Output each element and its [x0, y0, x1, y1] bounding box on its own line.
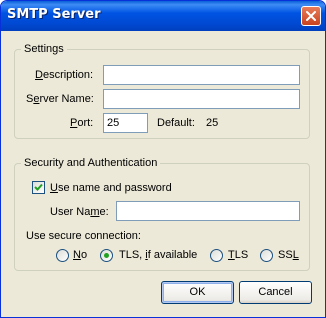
- radio-ssl-label[interactable]: SSL: [278, 248, 299, 262]
- window-title: SMTP Server: [7, 7, 101, 22]
- title-bar[interactable]: SMTP Server: [1, 1, 325, 31]
- dialog-body: Settings Description: Server Name: Port:…: [4, 31, 322, 314]
- radio-tls[interactable]: [210, 249, 223, 262]
- radio-tls-if-available[interactable]: [100, 249, 113, 262]
- checkmark-icon: [34, 183, 43, 191]
- use-name-checkbox[interactable]: [32, 181, 45, 194]
- close-icon: [306, 11, 316, 21]
- cancel-button[interactable]: Cancel: [239, 281, 312, 304]
- radio-no[interactable]: [56, 249, 69, 262]
- radio-tls-label[interactable]: TLS: [228, 248, 248, 262]
- port-field[interactable]: [103, 113, 148, 133]
- radio-tls-if-available-label[interactable]: TLS, if available: [119, 248, 197, 262]
- radio-no-label[interactable]: No: [73, 248, 87, 262]
- default-port-value: 25: [206, 117, 219, 129]
- radio-ssl[interactable]: [260, 249, 273, 262]
- description-label: Description:: [35, 69, 94, 81]
- user-name-field[interactable]: [116, 201, 300, 221]
- user-name-label: User Name:: [50, 206, 109, 218]
- smtp-server-dialog: SMTP Server Settings Description: Server…: [0, 0, 326, 318]
- secure-connection-label: Use secure connection:: [26, 230, 141, 242]
- port-label: Port:: [70, 117, 94, 129]
- security-group: Security and Authentication Use name and…: [14, 157, 310, 271]
- ok-button[interactable]: OK: [161, 281, 234, 304]
- close-button[interactable]: [301, 6, 321, 26]
- use-name-label[interactable]: Use name and password: [50, 181, 172, 195]
- server-name-field[interactable]: [103, 89, 300, 109]
- description-field[interactable]: [103, 65, 300, 85]
- security-legend: Security and Authentication: [21, 157, 161, 170]
- default-port-label: Default:: [157, 117, 195, 129]
- settings-group: Settings Description: Server Name: Port:…: [14, 43, 310, 139]
- server-name-label: Server Name:: [26, 93, 94, 105]
- settings-legend: Settings: [21, 43, 67, 56]
